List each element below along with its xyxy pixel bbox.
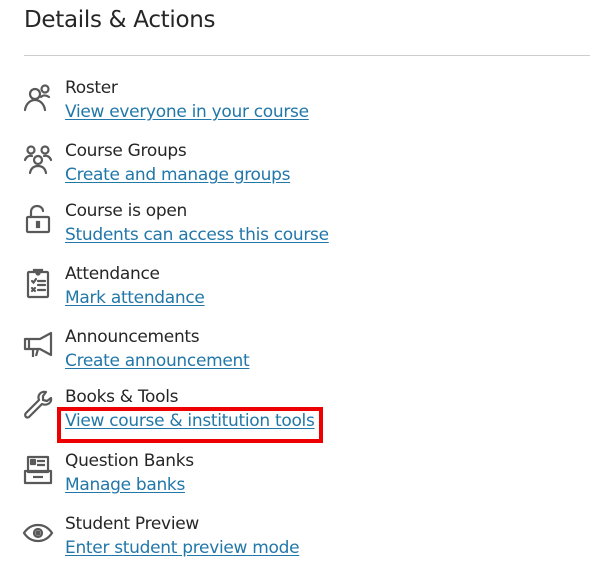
course-groups-link[interactable]: Create and manage groups [65, 165, 290, 185]
eye-icon [22, 517, 54, 549]
course-groups-label: Course Groups [65, 141, 187, 161]
course-open-item: Course is open Students can access this … [0, 201, 610, 253]
student-preview-label: Student Preview [65, 514, 199, 534]
divider [24, 55, 590, 56]
student-preview-item: Student Preview Enter student preview mo… [0, 514, 610, 566]
books-tools-item: Books & Tools View course & institution … [0, 387, 610, 439]
unlocked-icon [22, 203, 54, 235]
question-bank-icon [22, 454, 54, 486]
roster-icon [22, 82, 54, 114]
attendance-item: Attendance Mark attendance [0, 264, 610, 316]
announcements-item: Announcements Create announcement [0, 327, 610, 379]
roster-item: Roster View everyone in your course [0, 78, 610, 130]
course-open-label: Course is open [65, 201, 187, 221]
attendance-label: Attendance [65, 264, 160, 284]
student-preview-link[interactable]: Enter student preview mode [65, 538, 300, 558]
announcements-label: Announcements [65, 327, 200, 347]
books-tools-link[interactable]: View course & institution tools [65, 411, 315, 431]
groups-icon [22, 143, 54, 175]
roster-label: Roster [65, 78, 118, 98]
question-banks-label: Question Banks [65, 451, 194, 471]
books-tools-label: Books & Tools [65, 387, 179, 407]
course-open-link[interactable]: Students can access this course [65, 225, 329, 245]
page-title: Details & Actions [24, 7, 216, 33]
attendance-clipboard-icon [22, 267, 54, 299]
megaphone-icon [22, 329, 54, 361]
question-banks-item: Question Banks Manage banks [0, 451, 610, 503]
announcements-link[interactable]: Create announcement [65, 351, 250, 371]
question-banks-link[interactable]: Manage banks [65, 475, 185, 495]
wrench-icon [22, 390, 54, 422]
roster-link[interactable]: View everyone in your course [65, 102, 309, 122]
course-groups-item: Course Groups Create and manage groups [0, 141, 610, 193]
attendance-link[interactable]: Mark attendance [65, 288, 205, 308]
